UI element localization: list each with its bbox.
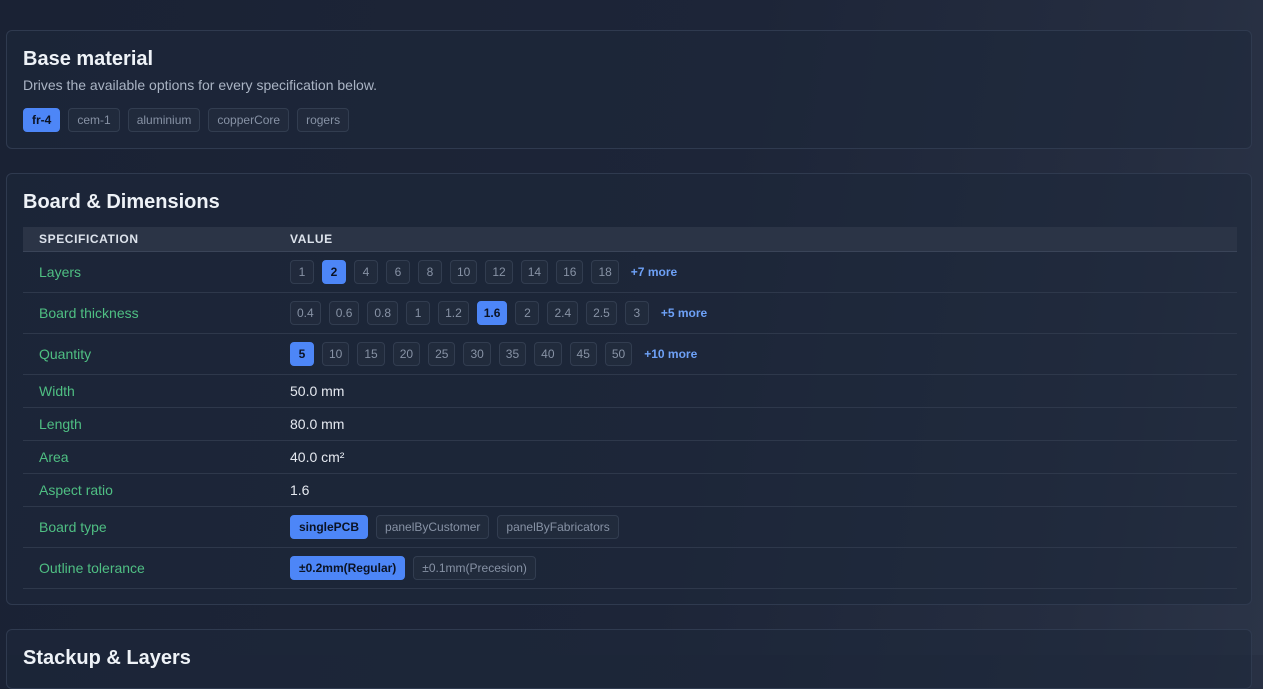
spec-label-length: Length [39, 416, 82, 432]
thickness-chip[interactable]: 1 [406, 301, 431, 325]
table-row-quantity: Quantity 5 10 15 20 25 30 35 40 45 50 +1… [23, 334, 1237, 375]
board-dimensions-title: Board & Dimensions [23, 191, 220, 213]
material-chip-group: fr-4 cem-1 aluminium copperCore rogers [23, 108, 350, 132]
spec-label-aspect-ratio: Aspect ratio [39, 482, 113, 498]
thickness-options: 0.4 0.6 0.8 1 1.2 1.6 2 2.4 2.5 3 +5 mor… [290, 301, 707, 325]
quantity-chip[interactable]: 20 [392, 342, 421, 366]
spec-table: SPECIFICATION VALUE Layers 1 2 4 6 8 10 … [23, 227, 1237, 589]
layers-chip[interactable]: 8 [418, 260, 442, 284]
material-chip-fr-4[interactable]: fr-4 [23, 108, 61, 132]
width-value: 50.0 mm [290, 383, 345, 399]
layers-chip[interactable]: 4 [354, 260, 378, 284]
thickness-chip[interactable]: 0.8 [367, 301, 399, 325]
thickness-chip[interactable]: 1.2 [438, 301, 469, 325]
table-row-length: Length 80.0 mm [23, 408, 1237, 441]
spec-label-quantity: Quantity [39, 346, 92, 362]
board-type-options: singlePCB panelByCustomer panelByFabrica… [290, 515, 619, 539]
quantity-chip[interactable]: 25 [428, 342, 456, 366]
thickness-more-link[interactable]: +5 more [661, 306, 707, 320]
stackup-card: Stackup & Layers [6, 629, 1252, 689]
thickness-chip[interactable]: 2.5 [586, 301, 617, 325]
spec-table-header: SPECIFICATION VALUE [23, 227, 1237, 252]
table-row-width: Width 50.0 mm [23, 375, 1237, 408]
quantity-chip[interactable]: 40 [534, 342, 562, 366]
area-value: 40.0 cm² [290, 449, 345, 465]
length-value: 80.0 mm [290, 416, 345, 432]
thickness-chip[interactable]: 3 [624, 301, 649, 325]
material-chip-coppercore[interactable]: copperCore [208, 108, 290, 132]
layers-chip[interactable]: 2 [322, 260, 346, 284]
layers-chip[interactable]: 12 [485, 260, 513, 284]
thickness-chip[interactable]: 0.4 [290, 301, 321, 325]
layers-chip[interactable]: 10 [450, 260, 478, 284]
thickness-chip[interactable]: 2 [515, 301, 540, 325]
layers-more-link[interactable]: +7 more [631, 265, 677, 279]
base-material-subtitle: Drives the available options for every s… [23, 77, 378, 93]
spec-label-width: Width [39, 383, 75, 399]
outline-tolerance-chip[interactable]: ±0.1mm(Precesion) [413, 556, 536, 580]
table-row-outline-tolerance: Outline tolerance ±0.2mm(Regular) ±0.1mm… [23, 548, 1237, 589]
board-type-chip[interactable]: singlePCB [290, 515, 369, 539]
table-row-aspect-ratio: Aspect ratio 1.6 [23, 474, 1237, 507]
spec-label-board-thickness: Board thickness [39, 305, 139, 321]
board-type-chip[interactable]: panelByCustomer [376, 515, 490, 539]
quantity-chip[interactable]: 35 [498, 342, 527, 366]
table-row-board-type: Board type singlePCB panelByCustomer pan… [23, 507, 1237, 548]
quantity-chip[interactable]: 45 [569, 342, 597, 366]
spec-label-area: Area [39, 449, 69, 465]
quantity-chip[interactable]: 50 [604, 342, 633, 366]
material-chip-cem-1[interactable]: cem-1 [68, 108, 120, 132]
layers-chip[interactable]: 1 [290, 260, 314, 284]
board-dimensions-card: Board & Dimensions SPECIFICATION VALUE L… [6, 173, 1252, 605]
material-chip-aluminium[interactable]: aluminium [127, 108, 201, 132]
table-row-board-thickness: Board thickness 0.4 0.6 0.8 1 1.2 1.6 2 … [23, 293, 1237, 334]
thickness-chip[interactable]: 1.6 [476, 301, 508, 325]
table-row-layers: Layers 1 2 4 6 8 10 12 14 16 18 +7 more [23, 252, 1237, 293]
thickness-chip[interactable]: 2.4 [547, 301, 579, 325]
aspect-ratio-value: 1.6 [290, 482, 310, 498]
value-column-header: VALUE [290, 232, 333, 246]
material-chip-rogers[interactable]: rogers [297, 108, 350, 132]
spec-column-header: SPECIFICATION [39, 232, 139, 246]
quantity-chip[interactable]: 15 [357, 342, 385, 366]
layers-chip[interactable]: 18 [591, 260, 619, 284]
table-row-area: Area 40.0 cm² [23, 441, 1237, 474]
outline-tolerance-chip[interactable]: ±0.2mm(Regular) [290, 556, 406, 580]
quantity-chip[interactable]: 30 [463, 342, 491, 366]
quantity-options: 5 10 15 20 25 30 35 40 45 50 +10 more [290, 342, 697, 366]
layers-chip[interactable]: 6 [386, 260, 410, 284]
quantity-chip[interactable]: 10 [322, 342, 350, 366]
spec-label-outline-tolerance: Outline tolerance [39, 560, 145, 576]
layers-chip[interactable]: 16 [556, 260, 584, 284]
thickness-chip[interactable]: 0.6 [328, 301, 360, 325]
base-material-title: Base material [23, 48, 154, 70]
layers-chip[interactable]: 14 [520, 260, 549, 284]
stackup-title: Stackup & Layers [23, 647, 191, 669]
spec-label-board-type: Board type [39, 519, 107, 535]
quantity-more-link[interactable]: +10 more [644, 347, 697, 361]
spec-label-layers: Layers [39, 264, 82, 280]
base-material-card: Base material Drives the available optio… [6, 30, 1252, 149]
quantity-chip[interactable]: 5 [290, 342, 314, 366]
layers-options: 1 2 4 6 8 10 12 14 16 18 +7 more [290, 260, 677, 284]
board-type-chip[interactable]: panelByFabricators [497, 515, 619, 539]
outline-tolerance-options: ±0.2mm(Regular) ±0.1mm(Precesion) [290, 556, 536, 580]
